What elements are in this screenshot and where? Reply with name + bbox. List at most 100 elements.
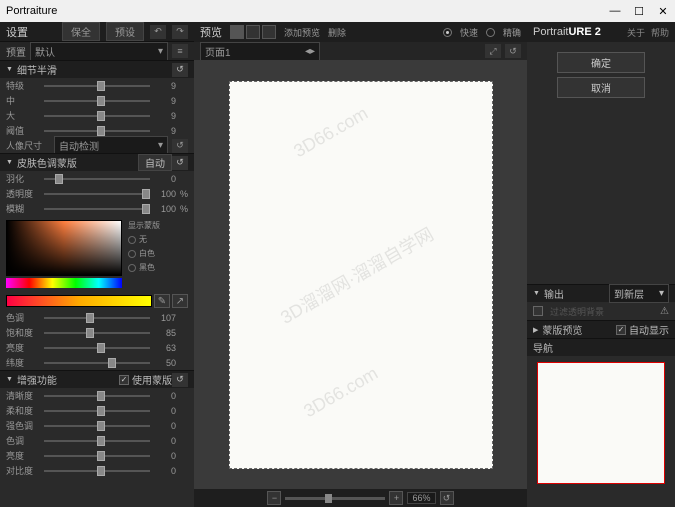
auto-skin-button[interactable]: 自动: [138, 154, 172, 171]
add-preview-button[interactable]: 添加预览: [284, 26, 320, 39]
nav-section-header[interactable]: 导航: [527, 338, 675, 356]
slider-track[interactable]: [44, 85, 150, 87]
zoom-value[interactable]: 66%: [407, 492, 435, 504]
output-mode-dropdown[interactable]: 到新层▾: [609, 284, 669, 303]
reset-detail-icon[interactable]: ↺: [172, 63, 188, 77]
output-checkbox[interactable]: [533, 306, 543, 316]
settings-header: 设置: [6, 24, 28, 40]
slider-track[interactable]: [44, 178, 150, 180]
slider-label: 特级: [6, 79, 40, 92]
ok-button[interactable]: 确定: [557, 52, 645, 73]
slider-value: 9: [154, 111, 176, 121]
slider-value: 0: [154, 406, 176, 416]
save-preset-button[interactable]: 保全: [62, 22, 100, 41]
close-button[interactable]: ✕: [657, 5, 669, 17]
mask-size-reset-icon[interactable]: ↺: [172, 139, 188, 153]
slider-label: 亮度: [6, 341, 40, 354]
slider-track[interactable]: [44, 193, 150, 195]
zoom-in-button[interactable]: +: [389, 491, 403, 505]
preview-reset-icon[interactable]: ↺: [505, 44, 521, 58]
output-section-header[interactable]: ▼输出 到新层▾: [527, 284, 675, 302]
slider-label: 饱和度: [6, 326, 40, 339]
mask-none-radio[interactable]: [128, 236, 136, 244]
mask-white-radio[interactable]: [128, 250, 136, 258]
slider-label: 羽化: [6, 172, 40, 185]
slider-value: 0: [154, 436, 176, 446]
slider-track[interactable]: [44, 410, 150, 412]
slider-track[interactable]: [44, 455, 150, 457]
mask-black-radio[interactable]: [128, 264, 136, 272]
slider-track[interactable]: [44, 395, 150, 397]
slider-track[interactable]: [44, 332, 150, 334]
settings-panel: 设置 保全 预设 ↶ ↷ 预置 默认▾ ≡ ▼细节半滑 ↺ 特级 9 中 9 大…: [0, 22, 194, 507]
slider-label: 纬度: [6, 356, 40, 369]
skin-section-header[interactable]: ▼皮肤色调蒙版 自动 ↺: [0, 153, 194, 171]
preview-header: 预览: [200, 24, 222, 40]
preset-button[interactable]: 预设: [106, 22, 144, 41]
view-single-button[interactable]: [230, 25, 244, 39]
preview-canvas[interactable]: 3D66.com 3D溜溜网·溜溜自学网 3D66.com: [229, 81, 493, 469]
slider-label: 柔和度: [6, 404, 40, 417]
view-split-v-button[interactable]: [262, 25, 276, 39]
slider-value: 85: [154, 328, 176, 338]
slider-track[interactable]: [44, 100, 150, 102]
mask-preview-section-header[interactable]: ▶蒙版预览 自动显示: [527, 320, 675, 338]
slider-track[interactable]: [44, 440, 150, 442]
brand-label: PortraitURE 2: [533, 26, 601, 38]
slider-value: 0: [154, 466, 176, 476]
eyedropper-icon[interactable]: ✎: [154, 294, 170, 308]
slider-track[interactable]: [44, 317, 150, 319]
slider-label: 色调: [6, 434, 40, 447]
use-mask-checkbox[interactable]: [119, 375, 129, 385]
chevron-down-icon: ▾: [158, 46, 163, 57]
maximize-button[interactable]: ☐: [633, 5, 645, 17]
reset-skin-icon[interactable]: ↺: [172, 156, 188, 170]
slider-track[interactable]: [44, 130, 150, 132]
output-disabled-text: 过滤透明背景: [550, 305, 604, 318]
undo-icon[interactable]: ↶: [150, 25, 166, 39]
show-mask-label: 显示蒙版: [128, 220, 160, 231]
zoom-reset-icon[interactable]: ↺: [440, 491, 454, 505]
auto-show-checkbox[interactable]: [616, 325, 626, 335]
zoom-out-button[interactable]: −: [267, 491, 281, 505]
redo-icon[interactable]: ↷: [172, 25, 188, 39]
minimize-button[interactable]: —: [609, 5, 621, 17]
fit-screen-icon[interactable]: ⤢: [485, 44, 501, 58]
detail-section-header[interactable]: ▼细节半滑 ↺: [0, 60, 194, 78]
eyedropper-add-icon[interactable]: ↗: [172, 294, 188, 308]
cancel-button[interactable]: 取消: [557, 77, 645, 98]
slider-label: 对比度: [6, 464, 40, 477]
enhance-section-header[interactable]: ▼增强功能 使用蒙版 ↺: [0, 370, 194, 388]
navigator-thumbnail[interactable]: [537, 362, 665, 484]
precise-radio[interactable]: [486, 28, 495, 37]
help-link[interactable]: 帮助: [651, 26, 669, 39]
preset-dropdown[interactable]: 默认▾: [30, 42, 168, 61]
slider-track[interactable]: [44, 115, 150, 117]
remove-preview-button[interactable]: 删除: [328, 26, 346, 39]
preset-menu-icon[interactable]: ≡: [172, 44, 188, 58]
about-link[interactable]: 关于: [627, 26, 645, 39]
slider-label: 阈值: [6, 124, 40, 137]
slider-track[interactable]: [44, 347, 150, 349]
window-titlebar: Portraiture — ☐ ✕: [0, 0, 675, 22]
mask-size-label: 人像尺寸: [6, 139, 50, 152]
slider-track[interactable]: [44, 208, 150, 210]
view-split-h-button[interactable]: [246, 25, 260, 39]
color-gradient-box[interactable]: [6, 220, 122, 276]
color-range-strip[interactable]: [6, 295, 152, 307]
slider-track[interactable]: [44, 425, 150, 427]
reset-enhance-icon[interactable]: ↺: [172, 373, 188, 387]
slider-label: 中: [6, 94, 40, 107]
slider-value: 0: [154, 174, 176, 184]
warning-icon: ⚠: [660, 306, 669, 317]
slider-track[interactable]: [44, 362, 150, 364]
slider-track[interactable]: [44, 470, 150, 472]
preview-tab-dropdown[interactable]: 页面1◂▸: [200, 42, 320, 61]
slider-value: 0: [154, 391, 176, 401]
quick-radio[interactable]: [443, 28, 452, 37]
hue-strip[interactable]: [6, 278, 122, 288]
slider-label: 透明度: [6, 187, 40, 200]
slider-value: 100: [154, 204, 176, 214]
zoom-slider[interactable]: [285, 497, 385, 500]
slider-value: 0: [154, 451, 176, 461]
